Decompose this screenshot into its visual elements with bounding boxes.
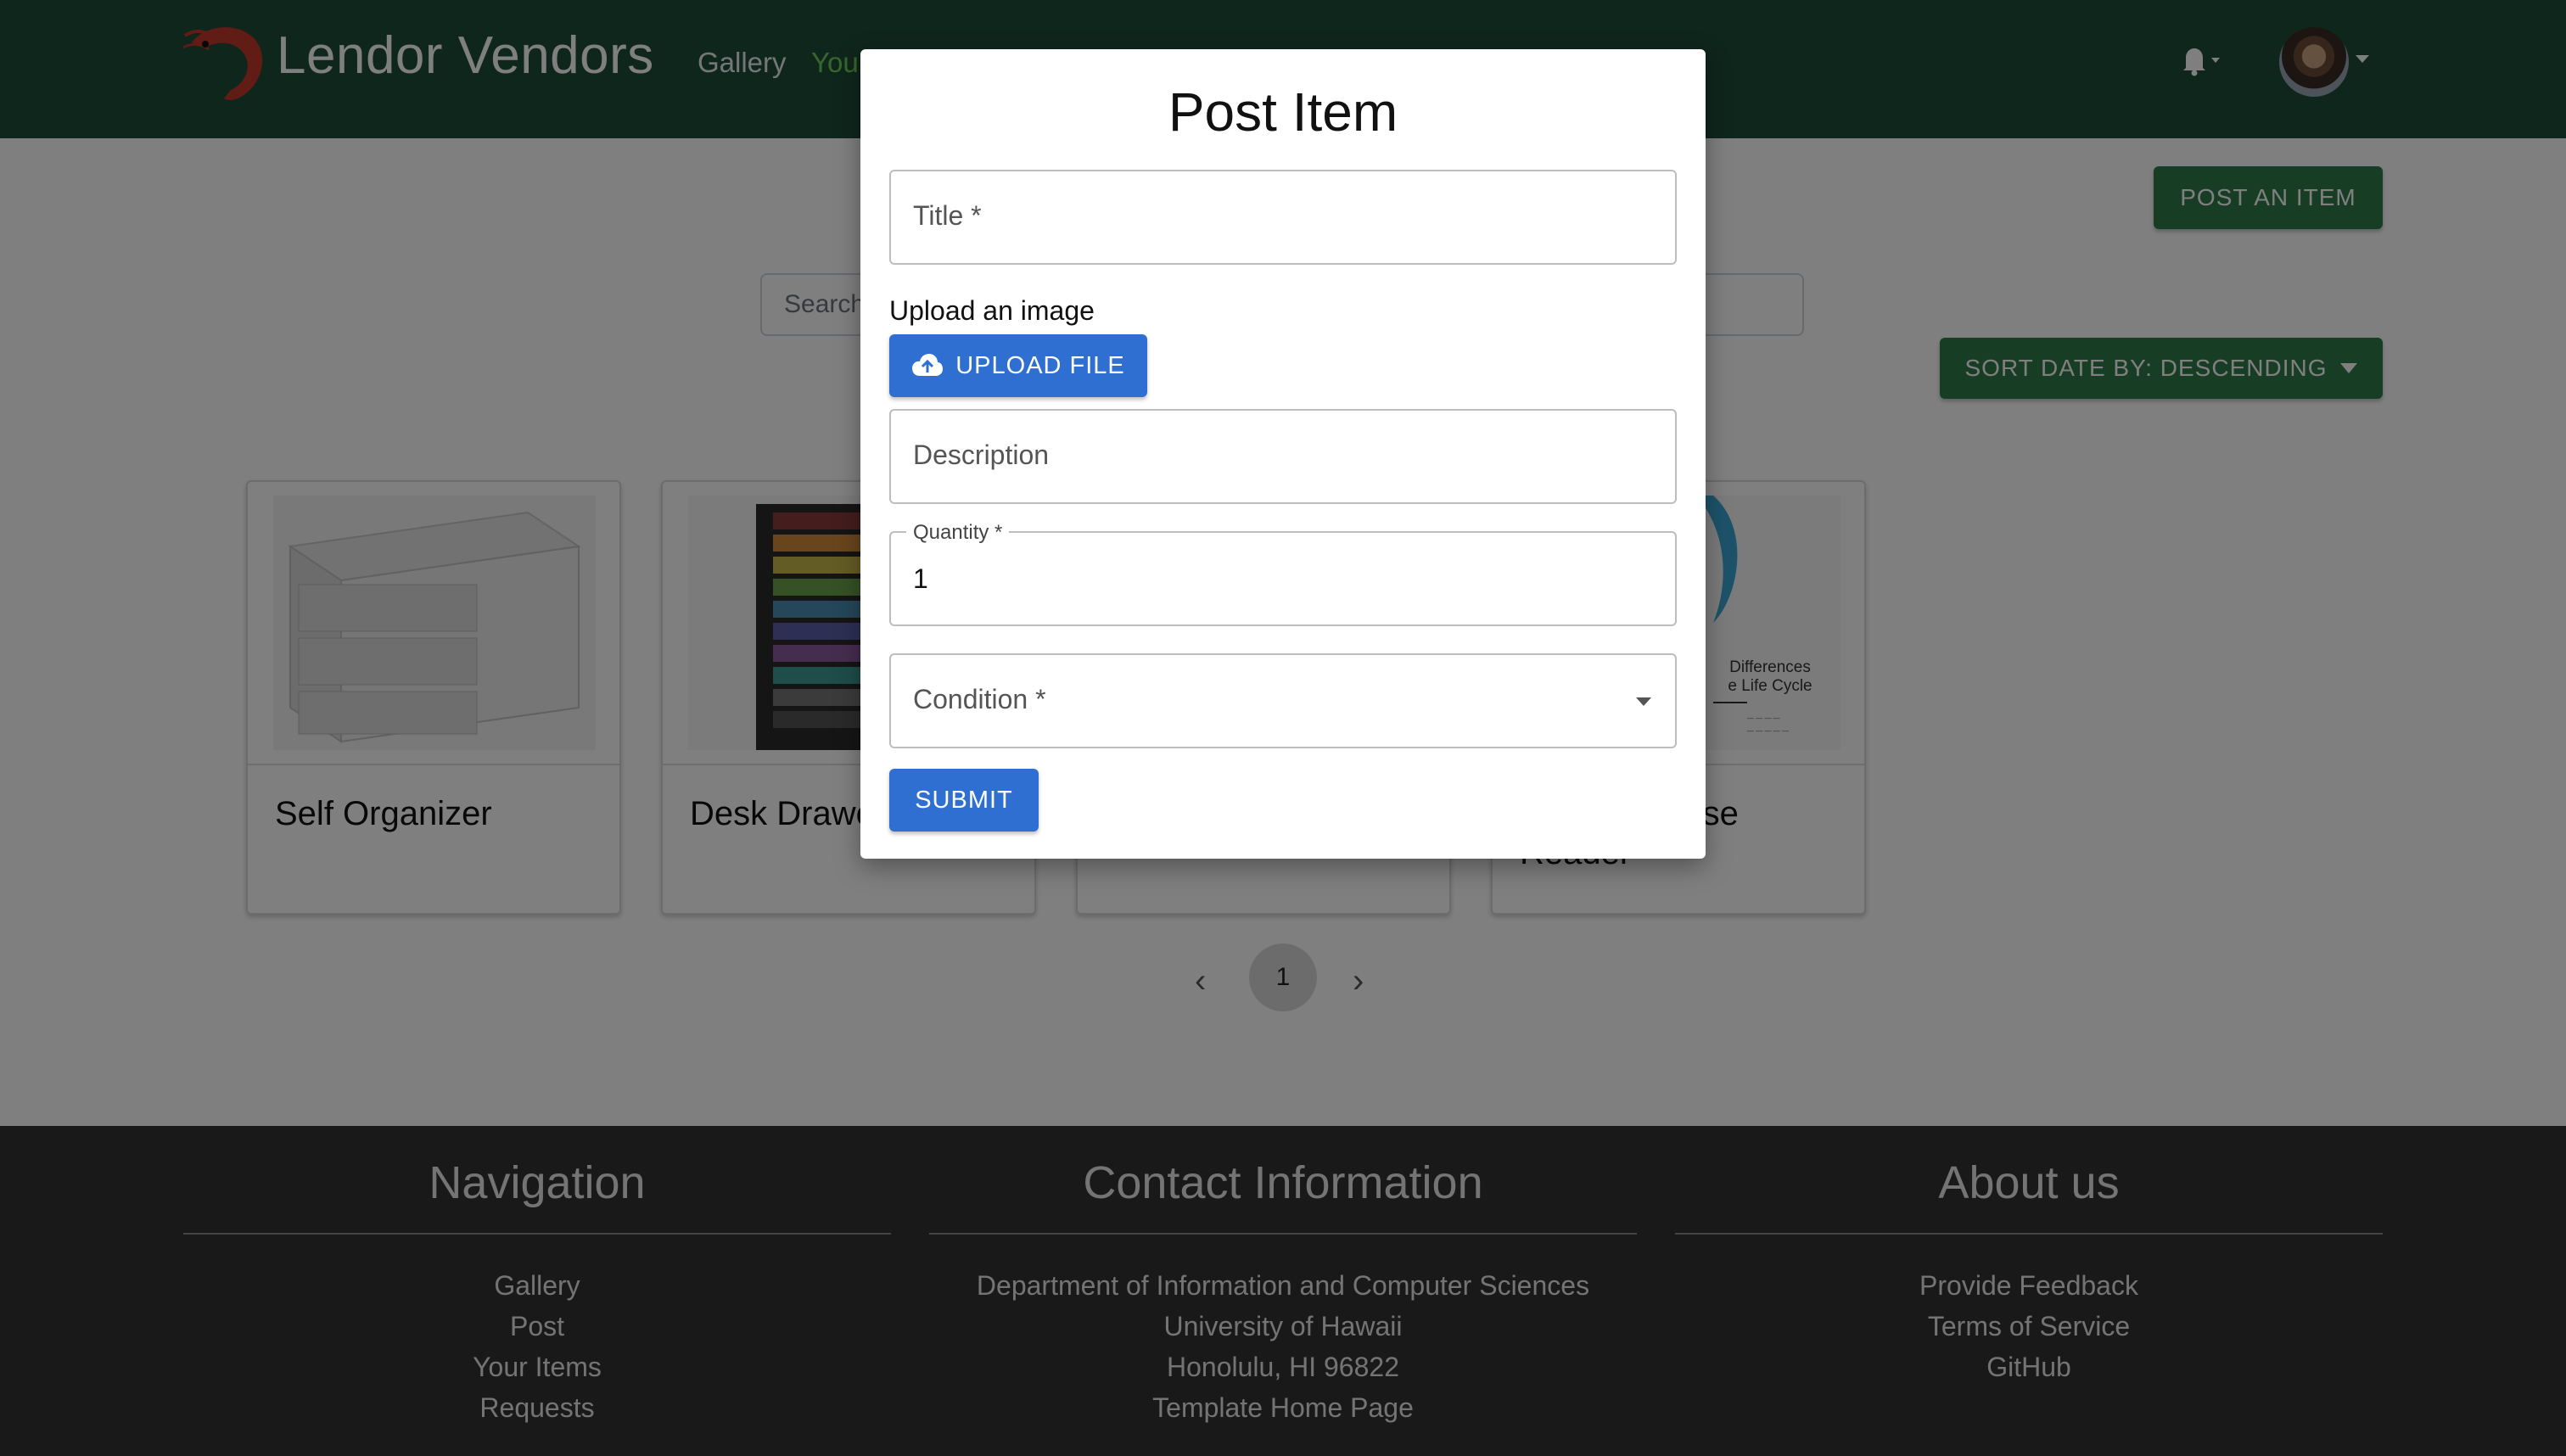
description-field[interactable]: Description bbox=[889, 409, 1677, 504]
description-placeholder: Description bbox=[913, 440, 1050, 470]
quantity-value: 1 bbox=[913, 563, 928, 594]
quantity-field[interactable]: Quantity * 1 bbox=[889, 521, 1677, 626]
quantity-label: Quantity * bbox=[906, 521, 1010, 545]
condition-placeholder: Condition * bbox=[913, 684, 1046, 714]
cloud-upload-icon bbox=[912, 354, 944, 376]
modal-title: Post Item bbox=[1168, 81, 1398, 143]
post-item-modal: Post Item Title * Upload an image UPLOAD… bbox=[860, 49, 1706, 859]
upload-button-label: UPLOAD FILE bbox=[955, 351, 1125, 379]
submit-button[interactable]: SUBMIT bbox=[889, 769, 1039, 832]
chevron-down-icon bbox=[1636, 697, 1651, 706]
upload-image-label: Upload an image bbox=[889, 295, 1095, 326]
title-field[interactable]: Title * bbox=[889, 170, 1677, 265]
title-placeholder: Title * bbox=[913, 200, 982, 231]
condition-select[interactable]: Condition * bbox=[889, 653, 1677, 748]
upload-file-button[interactable]: UPLOAD FILE bbox=[889, 334, 1147, 397]
